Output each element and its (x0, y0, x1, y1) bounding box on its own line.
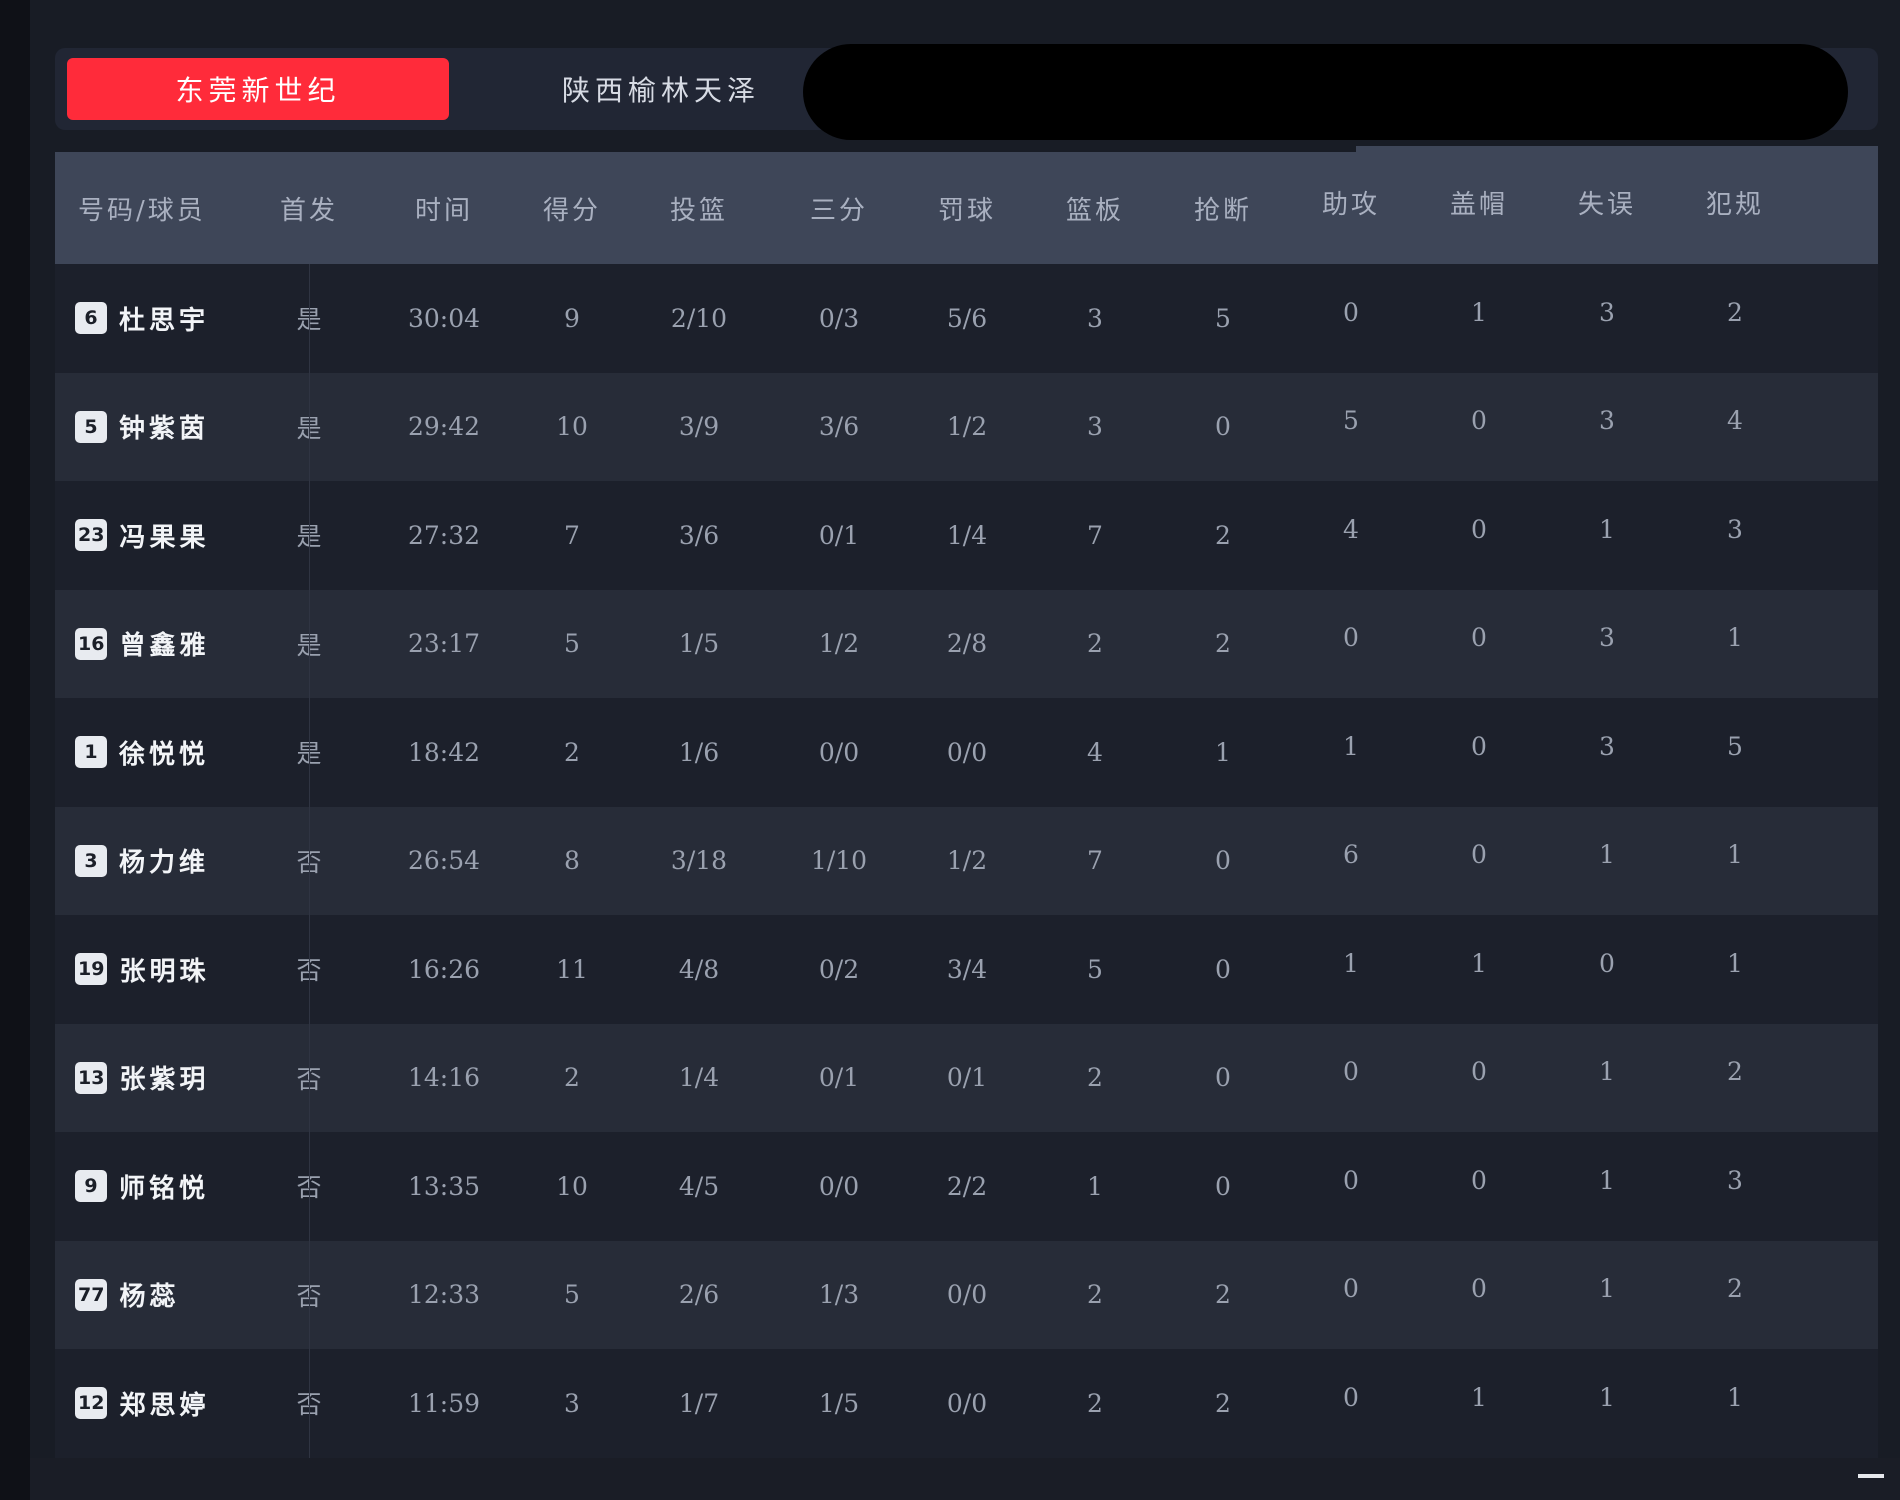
cell-fouls: 5 (1727, 731, 1743, 761)
table-row[interactable]: 16 曾鑫雅是 23:17 5 1/5 1/2 2/8 2 2 0 0 3 1 (55, 589, 1878, 698)
player-cell: 13 张紫玥 (75, 1024, 209, 1132)
table-row[interactable]: 12 郑思婷否 11:59 3 1/7 1/5 0/0 2 2 0 1 1 1 (55, 1349, 1878, 1457)
tab-home-team[interactable]: 东莞新世纪 (67, 58, 449, 120)
player-cell: 23 冯果果 (75, 481, 209, 589)
player-cell: 9 师铭悦 (75, 1132, 209, 1240)
player-cell: 6 杜思宇 (75, 264, 209, 372)
player-name: 张明珠 (119, 956, 210, 987)
jersey-number-badge: 9 (75, 1170, 107, 1202)
table-row[interactable]: 13 张紫玥否 14:16 2 1/4 0/1 0/1 2 0 0 0 1 2 (55, 1023, 1878, 1132)
player-cell: 5 钟紫茵 (75, 373, 209, 481)
corner-mark (1858, 1474, 1884, 1478)
bottom-band (30, 1458, 1900, 1500)
player-name: 徐悦悦 (119, 739, 210, 770)
player-name: 杜思宇 (119, 305, 210, 336)
table-row[interactable]: 19 张明珠否 16:26 11 4/8 0/2 3/4 5 0 1 1 0 1 (55, 915, 1878, 1023)
table-row[interactable]: 3 杨力维否 26:54 8 3/18 1/10 1/2 7 0 6 0 1 1 (55, 806, 1878, 915)
left-edge (0, 0, 30, 1500)
cell-fouls: 3 (1727, 1165, 1743, 1195)
player-cell: 16 曾鑫雅 (75, 590, 209, 698)
cell-fouls: 1 (1727, 1382, 1743, 1412)
player-cell: 77 杨蕊 (75, 1241, 179, 1349)
jersey-number-badge: 77 (75, 1278, 108, 1311)
jersey-number-badge: 16 (75, 627, 108, 660)
cell-fouls: 2 (1727, 1274, 1743, 1303)
tab-away-team[interactable]: 陕西榆林天泽 (470, 58, 852, 120)
player-name: 杨力维 (119, 848, 210, 878)
jersey-number-badge: 6 (75, 302, 107, 334)
jersey-number-badge: 13 (75, 1061, 108, 1094)
cell-fouls: 2 (1727, 1057, 1743, 1086)
cell-fouls: 1 (1727, 840, 1743, 869)
header-fouls: 犯规 (1705, 189, 1764, 220)
player-cell: 19 张明珠 (75, 915, 209, 1023)
player-cell: 12 郑思婷 (75, 1349, 209, 1457)
jersey-number-badge: 23 (75, 519, 108, 551)
jersey-number-badge: 19 (75, 953, 108, 985)
player-name: 师铭悦 (119, 1173, 210, 1204)
player-name: 冯果果 (119, 522, 210, 553)
table-row[interactable]: 5 钟紫茵是 29:42 10 3/9 3/6 1/2 3 0 5 0 3 4 (55, 372, 1878, 481)
table-row[interactable]: 77 杨蕊否 12:33 5 2/6 1/3 0/0 2 2 0 0 1 2 (55, 1240, 1878, 1349)
cell-fouls: 4 (1727, 406, 1743, 435)
player-name: 曾鑫雅 (119, 631, 210, 661)
cell-fouls: 2 (1727, 297, 1743, 327)
table-row[interactable]: 1 徐悦悦是 18:42 2 1/6 0/0 0/0 4 1 1 0 3 5 (55, 698, 1878, 806)
cell-fouls: 3 (1727, 514, 1743, 544)
table-row[interactable]: 9 师铭悦否 13:35 10 4/5 0/0 2/2 1 0 0 0 1 3 (55, 1132, 1878, 1240)
redacted-area (803, 44, 1848, 140)
player-name: 杨蕊 (119, 1282, 180, 1312)
jersey-number-badge: 1 (75, 736, 107, 768)
column-separator (309, 264, 310, 1458)
jersey-number-badge: 3 (75, 844, 107, 877)
player-name: 钟紫茵 (119, 414, 210, 444)
table-row[interactable]: 23 冯果果是 27:32 7 3/6 0/1 1/4 7 2 4 0 1 3 (55, 481, 1878, 589)
cell-fouls: 1 (1727, 623, 1743, 652)
jersey-number-badge: 5 (75, 410, 107, 443)
jersey-number-badge: 12 (75, 1387, 108, 1419)
player-name: 郑思婷 (119, 1390, 210, 1421)
player-name: 张紫玥 (119, 1065, 210, 1095)
player-cell: 3 杨力维 (75, 807, 209, 915)
table-row[interactable]: 6 杜思宇是 30:04 9 2/10 0/3 5/6 3 5 0 1 3 2 (55, 264, 1878, 372)
cell-fouls: 1 (1727, 948, 1743, 978)
box-score-table: 号码/球员 首发 时间 得分 投篮 三分 罚球 篮板 抢断 助攻 盖帽 失误 犯规 6 杜思宇是 30:04… (55, 146, 1878, 1458)
player-cell: 1 徐悦悦 (75, 698, 209, 806)
